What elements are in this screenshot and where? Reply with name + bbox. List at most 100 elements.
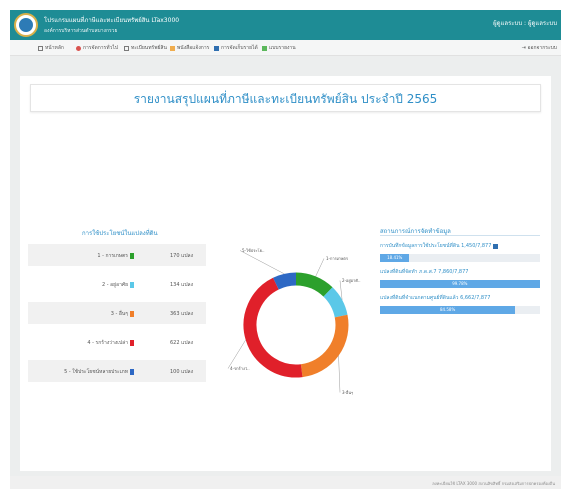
footer-text: ลงทะเบียนใช้ LTAX 3000 สงวนลิขสิทธิ์ กรม… [432,481,555,486]
land-use-value: 170 แปลง [170,253,194,259]
menu-bar: หน้าหลัก การจัดการทั่วไป ทะเบียนทรัพย์สิ… [10,40,561,56]
menu-general[interactable]: การจัดการทั่วไป [76,44,118,52]
stat-buildings: จำนวนสิ่งปลูกสร้าง (สิ่งปลูกสร้าง) 798 [202,126,290,213]
donut-leader-line [239,250,285,275]
stat-revenue-label: ประมาณการรายได้ [489,141,537,147]
stat-buildings-unit: (สิ่งปลูกสร้าง) [229,154,263,160]
legend-swatch [130,253,134,259]
logout-label: ออกจากระบบ [527,45,557,51]
stat-condo-value: 0 [333,171,341,185]
land-use-row: 1 - การเกษตร 170 แปลง [28,244,206,266]
stat-land-value: 7,877 [136,171,172,185]
donut-label: 3-อื่นๆ [342,390,353,395]
land-use-row: 2 - อยู่อาศัย 134 แปลง [28,273,206,295]
land-use-value: 134 แปลง [170,282,194,288]
stat-signs-label: จำนวนป้าย [414,141,442,147]
legend-swatch [130,369,134,375]
progress-label-text: แปลงที่ดินที่จัดทำ ภ.ด.ส.7 7,860/7,877 [380,269,469,275]
stat-owners-unit: (ราย) [57,154,71,160]
user-menu[interactable]: ผู้ดูแลระบบ : ผู้ดูแลระบบ [493,18,557,28]
menu-home[interactable]: หน้าหลัก [38,44,64,52]
land-use-label: 5 - ใช้ประโยชน์หลายประเภท [64,369,128,375]
donut-label: 1-การเกษตร [326,256,349,261]
menu-registry-label: ทะเบียนทรัพย์สิน [131,45,167,51]
menu-home-label: หน้าหลัก [45,45,64,51]
menu-report[interactable]: แบบรายงาน [262,44,296,52]
legend-swatch [130,340,134,346]
donut-label: 4-รกร้างว่.. [230,366,250,371]
land-use-row: 3 - อื่นๆ 363 แปลง [28,302,206,324]
stat-revenue-value: 0 [509,171,517,185]
menu-notice-label: พนังสือแจ้งการ [177,45,210,51]
land-use-value: 363 แปลง [170,311,194,317]
land-use-label: 3 - อื่นๆ [110,311,128,317]
land-use-label: 2 - อยู่อาศัย [101,282,128,288]
stat-owners-label: จำนวนเจ้าของทรัพย์สิน [36,141,92,147]
donut-slice[interactable] [243,277,303,378]
book-icon [170,45,175,51]
land-use-title: การใช้ประโยชน์ในแปลงที่ดิน [82,230,158,237]
footer: ลงทะเบียนใช้ LTAX 3000 สงวนลิขสิทธิ์ กรม… [10,476,561,489]
home-icon [38,45,43,51]
app-header: โปรแกรมแผนที่ภาษีและทะเบียนทรัพย์สิน LTa… [10,10,561,40]
menu-revenue[interactable]: การจัดเก็บรายได้ [214,44,258,52]
progress-label-classified: แปลงที่ดินที่จำแนกตามศูนย์ที่ดินแล้ว 6,6… [380,294,490,302]
progress-fill: 84.58% [380,306,516,314]
stat-owners: จำนวนเจ้าของทรัพย์สิน (ราย) 5,408 [20,126,108,213]
stat-buildings-label: จำนวนสิ่งปลูกสร้าง [223,141,269,147]
logout-icon: ⇥ [521,45,526,51]
stat-signs-unit: (ป้าย) [420,154,436,160]
progress-bar-usage: 18.41% [380,254,540,262]
page-title: รายงานสรุปแผนที่ภาษีและทะเบียนทรัพย์สิน … [30,84,541,112]
land-use-row: 4 - รกร้างว่างเปล่า 622 แปลง [28,331,206,353]
stat-land-label: จำนวนแปลงที่ดิน [133,141,175,147]
stat-condo: จำนวนห้องชุด (อาคารชุด) 0 [293,126,381,213]
checkbox-icon [493,243,499,249]
stat-buildings-value: 798 [234,171,258,185]
donut-leader-line [339,280,343,300]
donut-leader-line [315,258,325,277]
menu-report-label: แบบรายงาน [269,45,296,51]
logo [14,13,38,37]
calculator-icon [214,45,219,51]
content-area: รายงานสรุปแผนที่ภาษีและทะเบียนทรัพย์สิน … [10,56,561,476]
stat-condo-label: จำนวนห้องชุด [320,141,354,147]
progress-label-pds7: แปลงที่ดินที่จัดทำ ภ.ด.ส.7 7,860/7,877 [380,268,468,276]
dashboard-card: รายงานสรุปแผนที่ภาษีและทะเบียนทรัพย์สิน … [20,76,551,471]
land-use-label: 4 - รกร้างว่างเปล่า [87,340,128,346]
land-use-value: 622 แปลง [170,340,194,346]
progress-label-usage: การบันทึกข้อมูลการใช้ประโยชน์ที่ดิน 1,45… [380,242,499,250]
stat-signs-value: 0 [424,171,432,185]
progress-fill: 99.78% [380,280,540,288]
legend-swatch [130,311,134,317]
stat-signs: จำนวนป้าย (ป้าย) 0 [384,126,472,213]
donut-slice[interactable] [295,272,333,297]
progress-bar-pds7: 99.78% [380,280,540,288]
menu-notice[interactable]: พนังสือแจ้งการ [170,44,209,52]
donut-slice[interactable] [300,314,349,378]
org-name: องค์การบริหารส่วนตำบลบางกรวย [44,28,118,34]
menu-revenue-label: การจัดเก็บรายได้ [221,45,258,51]
wrench-icon [76,45,81,51]
stat-revenue: ประมาณการรายได้ ภาษีที่ดินและสิ่งปลูกสร้… [475,126,551,213]
stat-land: จำนวนแปลงที่ดิน (แปลง) 7,877 [110,126,198,213]
progress-label-text: แปลงที่ดินที่จำแนกตามศูนย์ที่ดินแล้ว 6,6… [380,295,491,301]
land-use-row: 5 - ใช้ประโยชน์หลายประเภท 100 แปลง [28,360,206,382]
donut-slice[interactable] [273,272,297,290]
stat-revenue-unit: ภาษีที่ดินและสิ่งปลูกสร้าง [483,154,543,160]
donut-leader-line [227,339,246,369]
stat-owners-value: 5,408 [46,171,82,185]
land-use-label: 1 - การเกษตร [97,253,128,259]
stat-condo-unit: (อาคารชุด) [323,154,351,160]
app-title: โปรแกรมแผนที่ภาษีและทะเบียนทรัพย์สิน LTa… [44,17,180,24]
donut-label: 2-อยู่อาศั.. [342,278,360,284]
document-icon [124,45,129,51]
legend-swatch [130,282,134,288]
logout-button[interactable]: ⇥ ออกจากระบบ [522,44,557,52]
menu-registry[interactable]: ทะเบียนทรัพย์สิน [124,44,167,52]
donut-slice[interactable] [323,287,348,318]
land-use-value: 100 แปลง [170,369,194,375]
menu-general-label: การจัดการทั่วไป [83,45,119,51]
progress-fill: 18.41% [380,254,410,262]
donut-leader-line [338,355,341,393]
